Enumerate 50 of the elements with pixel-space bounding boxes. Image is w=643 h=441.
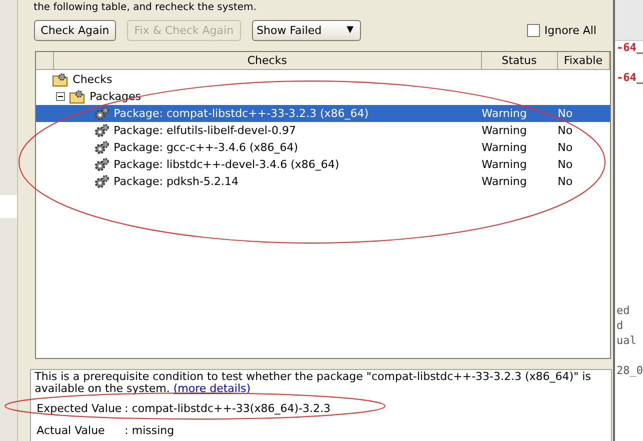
code-text: ual <box>616 334 636 347</box>
gear-icon <box>94 174 110 190</box>
instruction-text: the following table, and recheck the system. <box>34 1 258 14</box>
table-row[interactable]: Package: gcc-c++-3.4.6 (x86_64) Warning No <box>36 139 610 156</box>
ignore-all-label: Ignore All <box>544 24 596 36</box>
table-cell-text: Warning <box>482 175 528 188</box>
folder-icon <box>68 89 86 104</box>
check-again-button[interactable]: Check Again <box>34 20 116 40</box>
table-cell: Package: gcc-c++-3.4.6 (x86_64) <box>114 141 298 154</box>
field-label: Expected Value <box>36 402 123 416</box>
code-text: d <box>616 319 624 332</box>
table-cell-text: Warning <box>482 124 528 137</box>
table-cell-text: No <box>558 158 574 171</box>
table-row[interactable]: Package: libstdc++-devel-3.4.6 (x86_64) Warning No <box>36 156 610 173</box>
table-row[interactable]: Package: elfutils-libelf-devel-0.97 Warning No <box>36 122 610 139</box>
column-header[interactable]: Fixable <box>558 52 610 69</box>
field-value: : compat-libstdc++-33(x86_64)-3.2.3 <box>124 402 330 416</box>
table-cell: Package: pdksh-5.2.14 <box>114 175 238 188</box>
code-text: 28_0 <box>616 364 643 377</box>
table-cell: Package: libstdc++-devel-3.4.6 (x86_64) <box>114 158 340 171</box>
table-row[interactable]: Package: pdksh-5.2.14 Warning No <box>36 173 610 190</box>
table-cell: Package: compat-libstdc++-33-3.2.3 (x86_64) <box>114 107 369 120</box>
code-text: ed <box>616 304 630 317</box>
tree-node[interactable]: Packages <box>90 90 141 103</box>
description-text: This is a prerequisite condition to test whether the package "compat-libstdc++-33-3.2.3 (x86_64)" is available on the system. (more details) <box>34 371 592 395</box>
table-cell-text: No <box>558 141 574 154</box>
gear-icon <box>94 106 110 122</box>
column-header[interactable]: Checks <box>54 52 482 69</box>
filter-dropdown[interactable]: Show Failed ▼ <box>252 20 361 40</box>
code-text: -64_ <box>616 71 643 84</box>
folder-icon <box>52 72 69 87</box>
table-cell-text: Warning <box>482 107 528 120</box>
field-value: : missing <box>124 424 174 438</box>
collapse-icon[interactable] <box>56 92 65 101</box>
more-details-link[interactable]: (more details) <box>173 382 251 395</box>
table-cell-text: Warning <box>482 141 528 154</box>
ignore-all-checkbox[interactable] <box>527 24 540 36</box>
table-cell-text: Warning <box>482 158 528 171</box>
gear-icon <box>94 122 110 138</box>
gear-icon <box>94 140 110 156</box>
code-text: -64_ <box>616 41 643 54</box>
table-cell-text: No <box>558 175 574 188</box>
gear-icon <box>94 156 110 172</box>
table-row[interactable]: Package: compat-libstdc++-33-3.2.3 (x86_64) Warning No <box>36 105 610 122</box>
field-label: Actual Value <box>36 424 106 438</box>
tree-node[interactable]: Checks <box>72 73 112 86</box>
column-header[interactable]: Status <box>482 52 558 69</box>
table-cell-text: No <box>558 107 574 120</box>
table-cell-text: No <box>558 124 574 137</box>
table-cell: Package: elfutils-libelf-devel-0.97 <box>114 124 296 137</box>
